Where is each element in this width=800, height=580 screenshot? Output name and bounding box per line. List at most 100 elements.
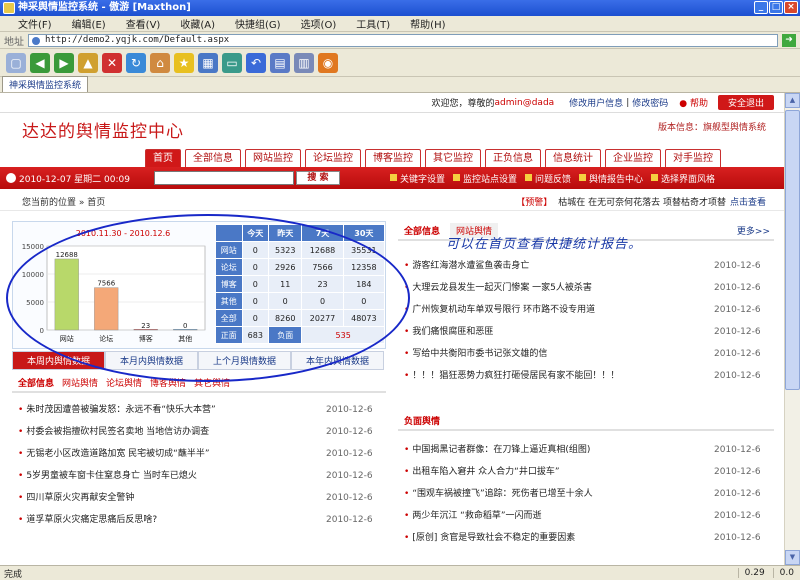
news-title[interactable]: 村委会被指擅砍村民签名卖地 当地信访办调查 bbox=[26, 421, 326, 443]
back-icon[interactable]: ◀ bbox=[30, 52, 50, 73]
negative-news-item[interactable]: 两少年沉江 “救命稻草”一闪而逝2010-12-6 bbox=[398, 505, 774, 527]
negative-news-item[interactable]: 中国揭黑记者群像：在刀锋上逼近真相(组图)2010-12-6 bbox=[398, 439, 774, 461]
right-more-link[interactable]: 更多>> bbox=[737, 224, 770, 237]
stop-icon[interactable]: ✕ bbox=[102, 52, 122, 73]
tab-right-all[interactable]: 全部信息 bbox=[404, 224, 440, 237]
menu-options[interactable]: 选项(O) bbox=[291, 16, 347, 31]
search-button[interactable]: 搜 索 bbox=[295, 171, 340, 185]
maximize-button[interactable]: □ bbox=[769, 1, 783, 14]
left-news-item[interactable]: 朱时茂因遭兽被骗发怒：永远不看“快乐大本营”2010-12-6 bbox=[12, 399, 386, 421]
keyword-settings-link[interactable]: 关键字设置 bbox=[389, 172, 445, 185]
negative-news-item[interactable]: “围观车祸被撞飞”追踪：死伤者已增至十余人2010-12-6 bbox=[398, 483, 774, 505]
address-bar: 地址 http://demo2.yqjk.com/Default.aspx ➜ bbox=[0, 32, 800, 49]
tab-left-all[interactable]: 全部信息 bbox=[18, 376, 54, 389]
theme-link[interactable]: 选择界面风格 bbox=[651, 172, 715, 185]
status-cells: 0.29 0.0 bbox=[737, 568, 800, 578]
view-more-link[interactable]: 点击查看 bbox=[730, 195, 766, 208]
forward-icon[interactable]: ▶ bbox=[54, 52, 74, 73]
nav-stats[interactable]: 信息统计 bbox=[545, 149, 601, 167]
menu-help[interactable]: 帮助(H) bbox=[400, 16, 455, 31]
right-news-item[interactable]: 广州恢复机动车单双号限行 环市路不设专用道2010-12-6 bbox=[398, 299, 774, 321]
vertical-scrollbar[interactable]: ▲ ▼ bbox=[784, 93, 800, 565]
undo-icon[interactable]: ↶ bbox=[246, 52, 266, 73]
news-title[interactable]: 游客红海潜水遭鲨鱼袭击身亡 bbox=[412, 255, 714, 277]
edit-profile-link[interactable]: 修改用户信息 bbox=[569, 96, 623, 109]
close-button[interactable]: × bbox=[784, 1, 798, 14]
menu-file[interactable]: 文件(F) bbox=[8, 16, 62, 31]
menu-tools[interactable]: 工具(T) bbox=[346, 16, 400, 31]
right-news-item[interactable]: 大理云龙县发生一起灭门惨案 一家5人被杀害2010-12-6 bbox=[398, 277, 774, 299]
browser-tab[interactable]: 神采舆情监控系统 bbox=[2, 76, 89, 92]
negative-news-item[interactable]: 出租车陷入窘井 众人合力“井口拔车”2010-12-6 bbox=[398, 461, 774, 483]
left-news-item[interactable]: 四川草原火灾再献安全警钟2010-12-6 bbox=[12, 487, 386, 509]
nav-other[interactable]: 其它监控 bbox=[425, 149, 481, 167]
home-icon[interactable]: ⌂ bbox=[150, 52, 170, 73]
news-title[interactable]: ！！！猖狂恶势力疯狂打砸侵居民有家不能回！！！ bbox=[412, 365, 714, 387]
left-news-item[interactable]: 5岁男童被车窗卡住窒息身亡 当时车已熄火2010-12-6 bbox=[12, 465, 386, 487]
help-link[interactable]: ● 帮助 bbox=[679, 96, 708, 109]
news-title[interactable]: 朱时茂因遭兽被骗发怒：永远不看“快乐大本营” bbox=[26, 399, 326, 421]
menu-favorites[interactable]: 收藏(A) bbox=[170, 16, 225, 31]
news-title[interactable]: “围观车祸被撞飞”追踪：死伤者已增至十余人 bbox=[412, 483, 714, 505]
left-news-item[interactable]: 村委会被指擅砍村民签名卖地 当地信访办调查2010-12-6 bbox=[12, 421, 386, 443]
logout-button[interactable]: 安全退出 bbox=[717, 95, 774, 110]
nav-rival[interactable]: 对手监控 bbox=[665, 149, 721, 167]
news-title[interactable]: 四川草原火灾再献安全警钟 bbox=[26, 487, 326, 509]
nav-web[interactable]: 网站监控 bbox=[245, 149, 301, 167]
news-title[interactable]: [原创] 贪官是导致社会不稳定的重要因素 bbox=[412, 527, 714, 549]
negative-news-item[interactable]: [原创] 贪官是导致社会不稳定的重要因素2010-12-6 bbox=[398, 527, 774, 549]
tab-left-forum[interactable]: 论坛舆情 bbox=[106, 376, 142, 389]
news-title[interactable]: 无锡老小区改造道路加宽 民宅被切成“蘸半半” bbox=[26, 443, 326, 465]
news-title[interactable]: 我们痛恨腐匪和恶匪 bbox=[412, 321, 714, 343]
nav-blog[interactable]: 博客监控 bbox=[365, 149, 421, 167]
nav-all[interactable]: 全部信息 bbox=[185, 149, 241, 167]
rss-icon[interactable]: ◉ bbox=[318, 52, 338, 73]
nav-enterprise[interactable]: 企业监控 bbox=[605, 149, 661, 167]
report-center-link[interactable]: 舆情报告中心 bbox=[579, 172, 643, 185]
screen-icon[interactable]: ▭ bbox=[222, 52, 242, 73]
left-news-item[interactable]: 无锡老小区改造道路加宽 民宅被切成“蘸半半”2010-12-6 bbox=[12, 443, 386, 465]
nav-posneg[interactable]: 正负信息 bbox=[485, 149, 541, 167]
negative-news-panel: 负面舆情 中国揭黑记者群像：在刀锋上逼近真相(组图)2010-12-6出租车陷入… bbox=[398, 411, 774, 549]
left-news-item[interactable]: 道孚草原火灾痛定思痛后反思啥?2010-12-6 bbox=[12, 509, 386, 531]
nav-forum[interactable]: 论坛监控 bbox=[305, 149, 361, 167]
up-icon[interactable]: ▲ bbox=[78, 52, 98, 73]
nav-home[interactable]: 首页 bbox=[145, 149, 181, 167]
negative-news-list: 中国揭黑记者群像：在刀锋上逼近真相(组图)2010-12-6出租车陷入窘井 众人… bbox=[398, 439, 774, 549]
go-button[interactable]: ➜ bbox=[782, 33, 796, 47]
menu-edit[interactable]: 编辑(E) bbox=[62, 16, 116, 31]
site-settings-link[interactable]: 监控站点设置 bbox=[452, 172, 517, 185]
menu-view[interactable]: 查看(V) bbox=[116, 16, 171, 31]
change-password-link[interactable]: 修改密码 bbox=[632, 96, 668, 109]
right-news-item[interactable]: 写给中共衡阳市委书记张文雄的信2010-12-6 bbox=[398, 343, 774, 365]
news-title[interactable]: 出租车陷入窘井 众人合力“井口拔车” bbox=[412, 461, 714, 483]
sidebar-icon[interactable]: ▤ bbox=[270, 52, 290, 73]
scroll-thumb[interactable] bbox=[785, 110, 800, 390]
news-title[interactable]: 两少年沉江 “救命稻草”一闪而逝 bbox=[412, 505, 714, 527]
split-icon[interactable]: ▥ bbox=[294, 52, 314, 73]
tab-left-web[interactable]: 网站舆情 bbox=[62, 376, 98, 389]
news-title[interactable]: 大理云龙县发生一起灭门惨案 一家5人被杀害 bbox=[412, 277, 714, 299]
minimize-button[interactable]: _ bbox=[754, 1, 768, 14]
scroll-up-icon[interactable]: ▲ bbox=[785, 93, 800, 108]
address-input[interactable]: http://demo2.yqjk.com/Default.aspx bbox=[28, 33, 778, 47]
new-page-icon[interactable]: ▢ bbox=[6, 52, 26, 73]
scroll-down-icon[interactable]: ▼ bbox=[785, 550, 800, 565]
group-icon[interactable]: ▦ bbox=[198, 52, 218, 73]
news-title[interactable]: 道孚草原火灾痛定思痛后反思啥? bbox=[26, 509, 326, 531]
right-news-item[interactable]: 游客红海潜水遭鲨鱼袭击身亡2010-12-6 bbox=[398, 255, 774, 277]
right-news-item[interactable]: 我们痛恨腐匪和恶匪2010-12-6 bbox=[398, 321, 774, 343]
news-date: 2010-12-6 bbox=[714, 489, 761, 499]
news-title[interactable]: 中国揭黑记者群像：在刀锋上逼近真相(组图) bbox=[412, 439, 714, 461]
news-title[interactable]: 5岁男童被车窗卡住窒息身亡 当时车已熄火 bbox=[26, 465, 326, 487]
menu-groups[interactable]: 快捷组(G) bbox=[225, 16, 291, 31]
news-title[interactable]: 广州恢复机动车单双号限行 环市路不设专用道 bbox=[412, 299, 714, 321]
right-news-item[interactable]: ！！！猖狂恶势力疯狂打砸侵居民有家不能回！！！2010-12-6 bbox=[398, 365, 774, 387]
favorites-star-icon[interactable]: ★ bbox=[174, 52, 194, 73]
refresh-icon[interactable]: ↻ bbox=[126, 52, 146, 73]
warning-ticker[interactable]: 枯城在 在无可奈何花落去 项替枯奇才项替 bbox=[558, 195, 726, 208]
feedback-link[interactable]: 问题反馈 bbox=[525, 172, 571, 185]
news-date: 2010-12-6 bbox=[714, 511, 761, 521]
search-input[interactable] bbox=[153, 171, 294, 185]
news-title[interactable]: 写给中共衡阳市委书记张文雄的信 bbox=[412, 343, 714, 365]
